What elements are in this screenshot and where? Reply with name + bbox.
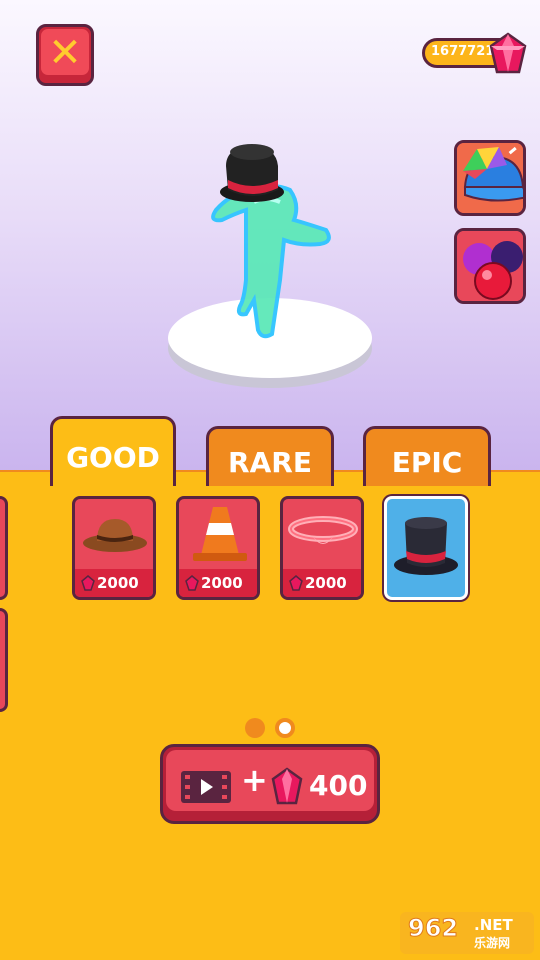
cowboy-hat-icon (83, 519, 147, 552)
item-price: 2000 (179, 569, 257, 597)
top-hat-icon (394, 517, 458, 575)
item-card-halo[interactable]: 2000 (280, 496, 364, 600)
balls-category-button[interactable] (454, 228, 526, 304)
page-dot-active[interactable] (245, 718, 265, 738)
watermark: 962 .NET 乐游网 (400, 912, 534, 954)
item-price-value: 2000 (201, 574, 243, 592)
item-card-traffic-cone[interactable]: 2000 (176, 496, 260, 600)
close-icon: ✕ (48, 30, 82, 76)
character-preview (168, 144, 372, 388)
propeller-cap-icon (457, 143, 523, 213)
tab-rare[interactable]: RARE (206, 426, 334, 486)
item-card-top-hat[interactable] (384, 496, 468, 600)
traffic-cone-icon (193, 507, 247, 561)
balls-icon (457, 231, 523, 301)
previous-item-card[interactable] (0, 496, 8, 600)
gem-icon (271, 767, 303, 805)
plus-sign: + (241, 761, 268, 799)
tab-good[interactable]: GOOD (50, 416, 176, 486)
item-card-cowboy-hat[interactable]: 2000 (72, 496, 156, 600)
watch-video-reward-button[interactable]: + 400 (160, 744, 380, 824)
item-price: 2000 (75, 569, 153, 597)
gem-icon (185, 575, 199, 591)
watermark-text: 乐游网 (474, 936, 511, 950)
gem-icon (81, 575, 95, 591)
page-dot[interactable] (275, 718, 295, 738)
halo-icon (288, 516, 358, 544)
gem-icon (289, 575, 303, 591)
item-price: 2000 (283, 569, 361, 597)
item-price-value: 2000 (97, 574, 139, 592)
tab-epic[interactable]: EPIC (363, 426, 491, 486)
hats-category-button[interactable] (454, 140, 526, 216)
item-price-value: 2000 (305, 574, 347, 592)
top-hat-worn (220, 144, 284, 202)
close-button[interactable]: ✕ (36, 24, 94, 86)
previous-item-card[interactable] (0, 608, 8, 712)
watermark-logo: 962 (407, 914, 459, 943)
reward-amount: 400 (309, 769, 368, 802)
gem-icon (489, 32, 527, 74)
video-icon (181, 771, 231, 803)
watermark-suffix: .NET (474, 916, 513, 934)
